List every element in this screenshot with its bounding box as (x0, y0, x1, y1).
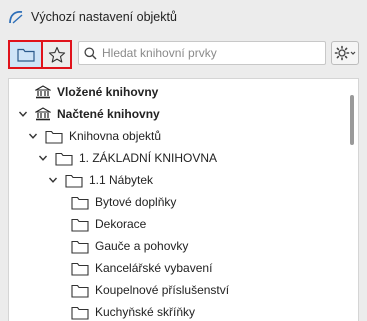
search-box[interactable] (78, 41, 326, 65)
tree-item-label: Koupelnové příslušenství (95, 283, 230, 297)
vertical-scrollbar[interactable] (350, 95, 354, 145)
tree-item-label: Gauče a pohovky (95, 239, 189, 253)
tree-item-home-accessories[interactable]: Bytové doplňky (71, 191, 176, 213)
library-building-icon (35, 107, 51, 121)
gear-dropdown-icon (334, 45, 356, 61)
folder-icon (71, 306, 89, 320)
tree-item-label: Vložené knihovny (57, 85, 159, 99)
chevron-down-icon[interactable] (17, 108, 29, 120)
tree-item-label: Kancelářské vybavení (95, 261, 213, 275)
folder-icon (71, 240, 89, 254)
chevron-down-icon[interactable] (27, 130, 39, 142)
tree-item-label: 1.1 Nábytek (89, 173, 154, 187)
folder-icon (65, 174, 83, 188)
tree-item-label: 1. ZÁKLADNÍ KNIHOVNA (79, 151, 218, 165)
tree-item-kitchen-cabinets[interactable]: Kuchyňské skříňky (71, 301, 195, 321)
title-bar: Výchozí nastavení objektů (0, 0, 367, 34)
tree-item-embedded-libraries[interactable]: Vložené knihovny (17, 81, 158, 103)
folder-icon (71, 284, 89, 298)
folder-icon (45, 130, 63, 144)
chevron-down-icon[interactable] (37, 152, 49, 164)
search-input[interactable] (102, 46, 312, 60)
search-icon (84, 46, 97, 59)
settings-dropdown-button[interactable] (331, 41, 359, 65)
folder-view-button[interactable] (8, 40, 43, 69)
folder-icon (71, 218, 89, 232)
tree-item-sofas[interactable]: Gauče a pohovky (71, 235, 188, 257)
folder-icon (71, 262, 89, 276)
tree-item-label: Knihovna objektů (69, 129, 162, 143)
tree-item-bathroom-accessories[interactable]: Koupelnové příslušenství (71, 279, 229, 301)
star-icon (48, 46, 65, 63)
tree-item-label: Dekorace (95, 217, 147, 231)
tree-item-decorations[interactable]: Dekorace (71, 213, 146, 235)
chevron-down-icon[interactable] (47, 174, 59, 186)
favorites-view-button[interactable] (41, 40, 72, 69)
folder-icon (55, 152, 73, 166)
tree-item-loaded-libraries[interactable]: Načtené knihovny (17, 103, 160, 125)
tree-item-label: Načtené knihovny (57, 107, 160, 121)
tree-item-label: Bytové doplňky (95, 195, 177, 209)
library-building-icon (35, 85, 51, 99)
archicad-arc-icon (9, 10, 23, 24)
tree-item-label: Kuchyňské skříňky (95, 305, 196, 319)
library-tree[interactable]: Vložené knihovny Načtené knihovny Knihov… (8, 78, 359, 321)
folder-icon (71, 196, 89, 210)
toolbar (0, 34, 367, 70)
tree-item-furniture[interactable]: 1.1 Nábytek (47, 169, 153, 191)
tree-item-office-equipment[interactable]: Kancelářské vybavení (71, 257, 212, 279)
folder-icon (16, 48, 35, 62)
tree-item-object-library[interactable]: Knihovna objektů (27, 125, 161, 147)
window-title: Výchozí nastavení objektů (31, 10, 177, 24)
tree-item-basic-library[interactable]: 1. ZÁKLADNÍ KNIHOVNA (37, 147, 217, 169)
